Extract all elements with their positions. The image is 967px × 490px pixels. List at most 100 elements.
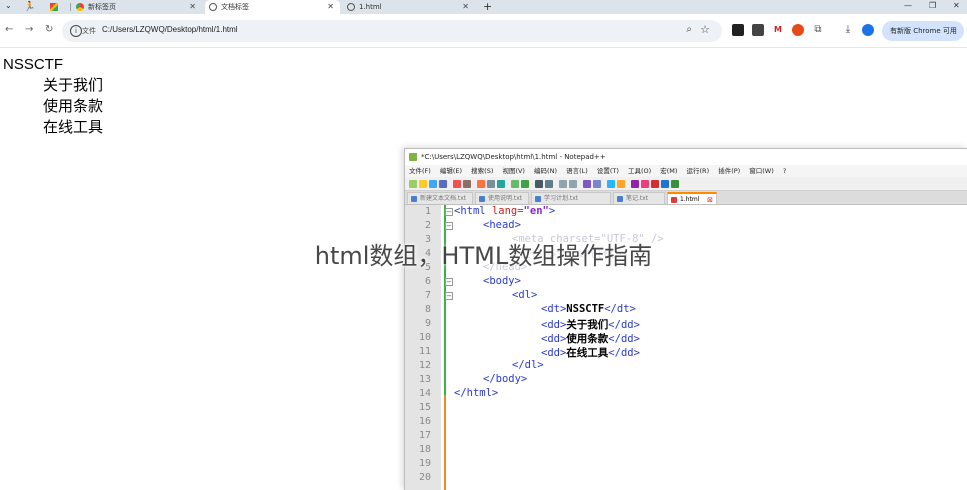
save-macro-icon	[671, 180, 679, 188]
npp-titlebar: *C:\Users\LZQWQ\Desktop\html\1.html - No…	[405, 149, 967, 165]
notepad-screenshot: *C:\Users\LZQWQ\Desktop\html\1.html - No…	[404, 148, 967, 490]
tab-pinned-2[interactable]	[46, 0, 68, 14]
play-icon	[661, 180, 669, 188]
watermark-caption: html数组，HTML数组操作指南	[314, 242, 653, 270]
extension-icon[interactable]	[732, 24, 744, 36]
npp-menu-item: ?	[782, 167, 787, 175]
code-line: <html lang="en">	[454, 205, 556, 217]
close-icon[interactable]: ✕	[189, 2, 196, 11]
notepad-icon	[409, 153, 417, 161]
code-line: <dd>关于我们</dd>	[541, 319, 640, 331]
globe-icon	[209, 3, 217, 11]
line-number: 18	[418, 444, 431, 455]
line-number: 7	[424, 290, 431, 301]
paste-icon	[497, 180, 505, 188]
close-icon[interactable]: ✕	[327, 2, 334, 11]
npp-menu-item: 搜索(S)	[471, 167, 494, 175]
dl-item-tools: 在线工具	[43, 119, 104, 136]
line-number: 17	[418, 430, 431, 441]
new-tab-button[interactable]: +	[483, 0, 492, 13]
code-line: <head>	[483, 219, 521, 231]
close-icon[interactable]: ✕	[462, 2, 469, 11]
forward-icon[interactable]: →	[25, 24, 33, 35]
fold-minus-icon: −	[445, 278, 453, 286]
npp-tab: 学习计划.txt	[531, 192, 611, 204]
tab-document[interactable]: 文档标签 ✕	[205, 0, 340, 14]
npp-menu-item: 编码(N)	[534, 167, 557, 175]
save-all-icon	[439, 180, 447, 188]
url-text[interactable]: C:/Users/LZQWQ/Desktop/html/1.html	[102, 25, 238, 34]
line-number: 13	[418, 374, 431, 385]
wrap-icon	[593, 180, 601, 188]
save-icon	[429, 180, 437, 188]
description-list: NSSCTF 关于我们 使用条款 在线工具	[3, 54, 103, 138]
extension-icon[interactable]	[792, 24, 804, 36]
copy-icon	[487, 180, 495, 188]
code-line: <dt>NSSCTF</dt>	[541, 303, 636, 315]
npp-menu-item: 插件(P)	[718, 167, 741, 175]
line-number: 20	[418, 472, 431, 483]
address-bar[interactable]: i 文件 C:/Users/LZQWQ/Desktop/html/1.html …	[62, 20, 722, 42]
replace-icon	[545, 180, 553, 188]
unsaved-change-bar	[444, 395, 446, 490]
zoom-icon[interactable]: ⌕	[686, 24, 692, 35]
minimize-icon[interactable]: —	[904, 1, 912, 10]
npp-tab-active: 1.html ⊠	[667, 192, 717, 204]
tab-label: 新标签页	[88, 3, 116, 11]
line-number: 12	[418, 360, 431, 371]
indent-icon	[607, 180, 615, 188]
new-chrome-available-button[interactable]: 有新版 Chrome 可用	[882, 21, 964, 41]
code-line: <dd>在线工具</dd>	[541, 347, 640, 359]
line-number: 6	[424, 276, 431, 287]
npp-menu-item: 窗口(W)	[749, 167, 774, 175]
dl-item-terms: 使用条款	[43, 98, 104, 115]
download-icon[interactable]: ⤓	[842, 24, 854, 36]
line-number: 19	[418, 458, 431, 469]
npp-tab: 使用说明.txt	[475, 192, 529, 204]
tab-label: 1.html	[359, 3, 382, 11]
close-file-icon	[453, 180, 461, 188]
zoom-out-icon	[569, 180, 577, 188]
npp-menu-item: 语言(L)	[566, 167, 588, 175]
tab-pinned-1[interactable]: 🏃	[20, 0, 42, 14]
stop-icon	[651, 180, 659, 188]
redo-icon	[521, 180, 529, 188]
cut-icon	[477, 180, 485, 188]
npp-menubar: 文件(F) 编辑(E) 搜索(S) 视图(V) 编码(N) 语言(L) 设置(T…	[405, 165, 967, 177]
back-icon[interactable]: ←	[5, 24, 13, 35]
close-window-icon[interactable]: ✕	[953, 1, 960, 10]
fold-minus-icon: −	[445, 292, 453, 300]
file-scheme-label: 文件	[82, 27, 96, 35]
npp-menu-item: 运行(R)	[686, 167, 710, 175]
puzzle-icon[interactable]: ⧉	[812, 24, 824, 36]
tab-search-icon[interactable]: ⌄	[5, 1, 12, 10]
tab-new-tab[interactable]: 新标签页 ✕	[72, 0, 202, 14]
fold-minus-icon: −	[445, 222, 453, 230]
dl-term: NSSCTF	[3, 56, 63, 73]
line-number: 10	[418, 332, 431, 343]
line-number: 16	[418, 416, 431, 427]
tab-1-html[interactable]: 1.html ✕	[343, 0, 475, 14]
print-icon	[463, 180, 471, 188]
profile-avatar[interactable]	[862, 24, 874, 36]
undo-icon	[511, 180, 519, 188]
extension-badge-icon[interactable]	[752, 24, 764, 36]
dl-item-about: 关于我们	[43, 77, 104, 94]
code-line: <dd>使用条款</dd>	[541, 333, 640, 345]
npp-tab-label: 1.html	[680, 196, 700, 203]
macro-icon	[631, 180, 639, 188]
npp-menu-item: 编辑(E)	[439, 167, 463, 175]
npp-menu-item: 文件(F)	[409, 167, 431, 175]
m-extension-icon[interactable]: M	[772, 24, 784, 36]
reload-icon[interactable]: ↻	[45, 24, 53, 35]
npp-menu-item: 设置(T)	[596, 167, 619, 175]
restore-icon[interactable]: ❐	[929, 1, 936, 10]
tab-label: 文档标签	[221, 3, 249, 11]
fold-minus-icon: −	[445, 208, 453, 216]
npp-toolbar	[405, 177, 967, 191]
browser-toolbar: ← → ↻ i 文件 C:/Users/LZQWQ/Desktop/html/1…	[0, 14, 967, 48]
line-number: 9	[424, 318, 431, 329]
record-icon	[641, 180, 649, 188]
bookmark-star-icon[interactable]: ☆	[700, 23, 710, 36]
info-icon[interactable]: i	[70, 25, 82, 37]
